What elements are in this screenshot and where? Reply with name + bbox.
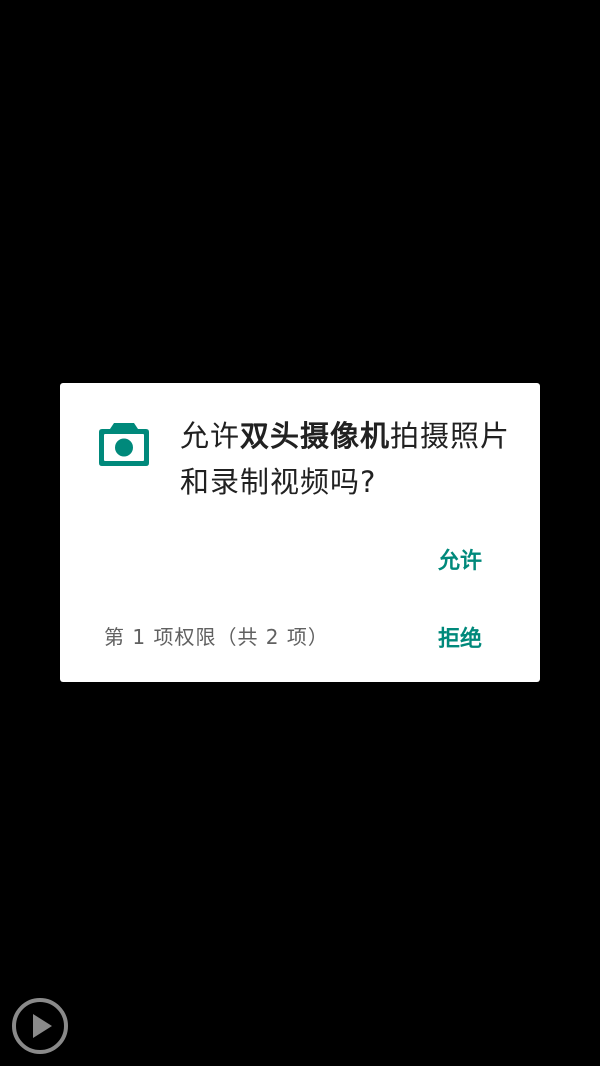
screen: 允许双头摄像机拍摄照片和录制视频吗? 允许 第 1 项权限（共 2 项） 拒绝 — [0, 0, 600, 1066]
camera-icon — [99, 423, 149, 466]
play-circle-icon[interactable] — [11, 997, 69, 1055]
deny-button[interactable]: 拒绝 — [436, 617, 484, 657]
permission-counter: 第 1 项权限（共 2 项） — [104, 625, 329, 649]
allow-button[interactable]: 允许 — [436, 539, 484, 579]
message-prefix: 允许 — [180, 419, 241, 453]
permission-dialog: 允许双头摄像机拍摄照片和录制视频吗? 允许 第 1 项权限（共 2 项） 拒绝 — [60, 383, 540, 682]
app-name: 双头摄像机 — [240, 419, 391, 453]
permission-message: 允许双头摄像机拍摄照片和录制视频吗? — [180, 413, 525, 505]
